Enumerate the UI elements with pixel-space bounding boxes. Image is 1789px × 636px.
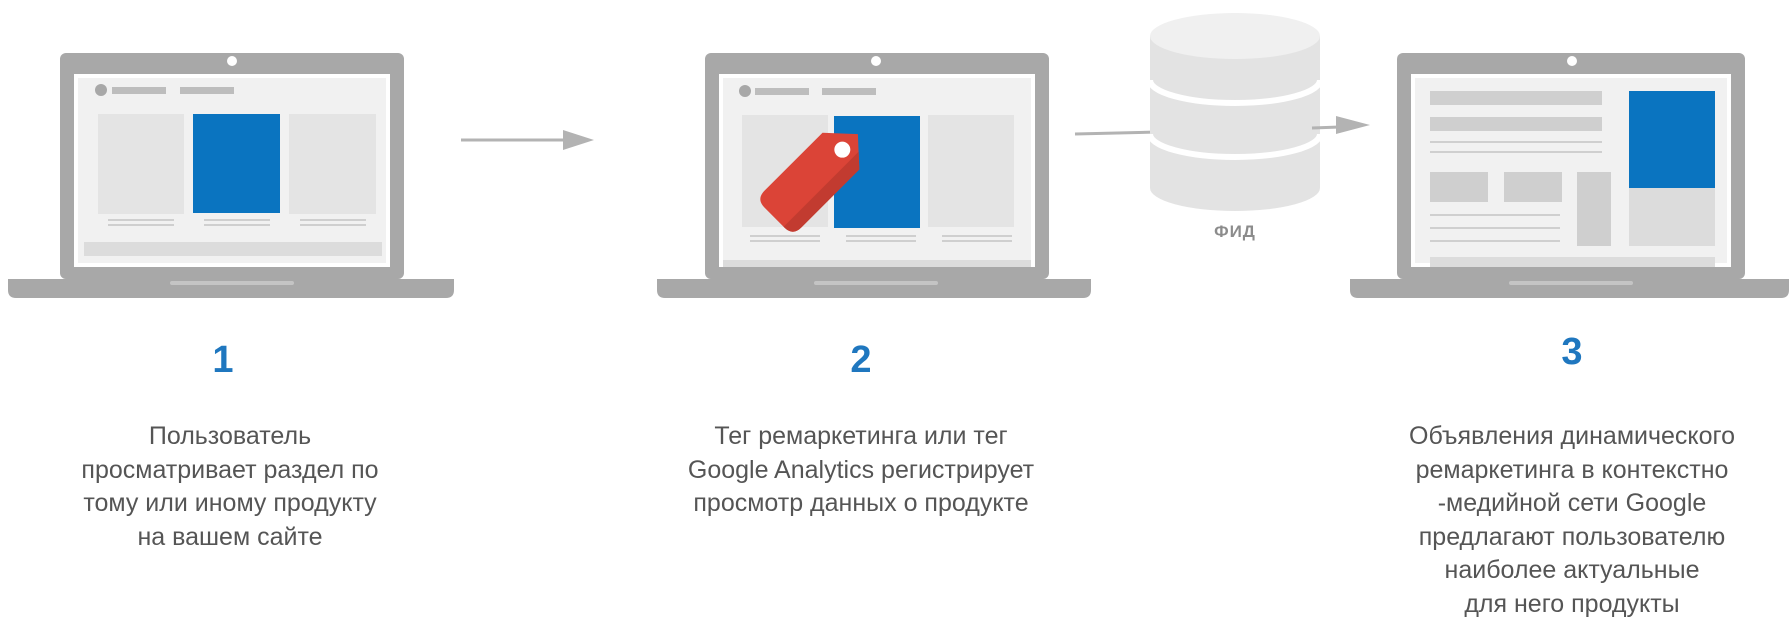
step-2-number: 2	[850, 339, 872, 381]
step-2-description: Тег ремаркетинга или тег Google Analytic…	[642, 420, 1080, 521]
connector-line	[1074, 130, 1159, 136]
feed-label: ФИД	[1214, 222, 1256, 241]
step-1-line: тому или иному продукту	[83, 489, 377, 517]
remarketing-flow-diagram: ФИД 1 Пользователь просматривает раздел …	[0, 0, 1789, 631]
step-3-line: ремаркетинга в контекстно	[1415, 455, 1729, 484]
step-1-number: 1	[212, 339, 234, 381]
step-1-line: Пользователь	[148, 422, 312, 450]
step-1-line: просматривает раздел по	[81, 455, 379, 484]
step-3-number: 3	[1561, 331, 1583, 373]
step-2-line: Тег ремаркетинга или тег	[714, 422, 1008, 450]
step-3-description: Объявления динамического ремаркетинга в …	[1362, 420, 1782, 621]
arrow-right-icon	[1311, 116, 1370, 134]
step-2-line: Google Analytics регистрирует	[687, 455, 1035, 484]
laptop-icon	[1350, 53, 1789, 298]
step-3-line: для него продукты	[1464, 589, 1680, 618]
step-1-description: Пользователь просматривает раздел по том…	[20, 420, 440, 554]
arrow-right-icon	[461, 130, 594, 150]
step-2-line: просмотр данных о продукте	[693, 489, 1029, 517]
step-3-line: -медийной сети Google	[1437, 489, 1707, 517]
step-3-line: Объявления динамического	[1409, 422, 1735, 450]
step-3-line: предлагают пользователю	[1418, 522, 1726, 551]
laptop-icon	[8, 53, 454, 298]
step-1-line: на вашем сайте	[137, 522, 323, 551]
laptop-icon	[657, 53, 1091, 298]
step-3-line: наиболее актуальные	[1444, 556, 1700, 584]
database-icon	[1147, 13, 1323, 211]
